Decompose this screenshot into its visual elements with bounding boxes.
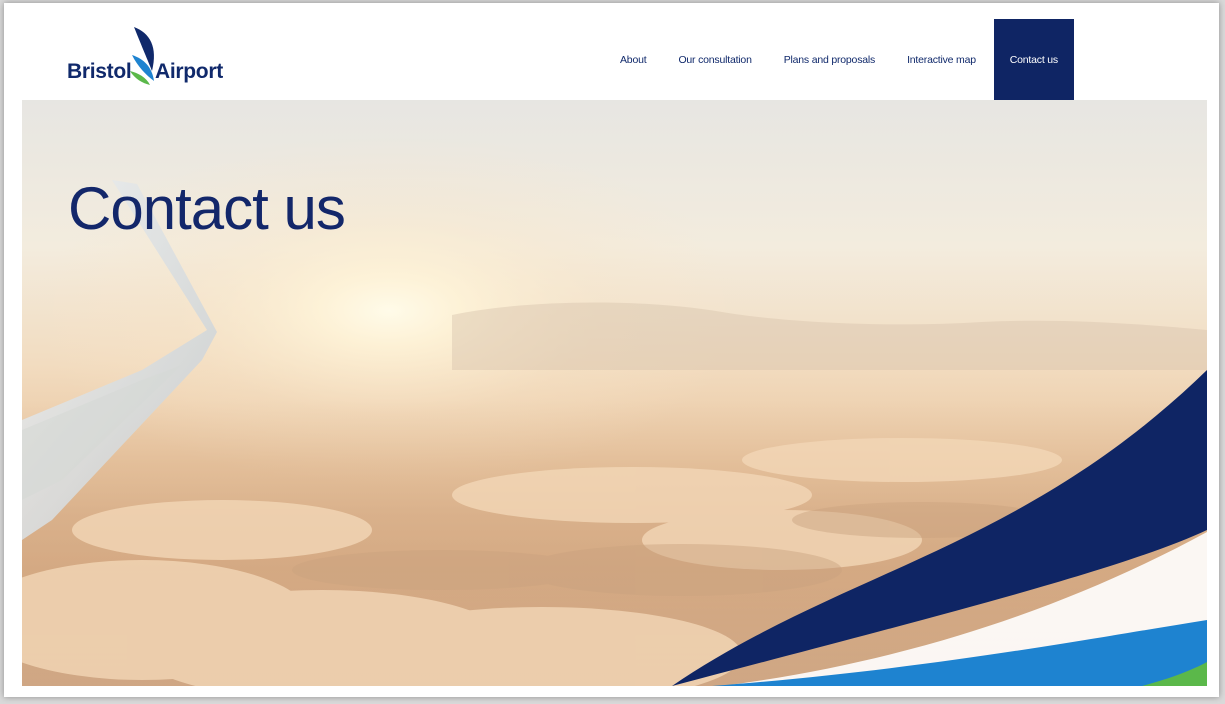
nav-item-our-consultation[interactable]: Our consultation (662, 19, 767, 100)
nav-item-about[interactable]: About (604, 19, 662, 100)
nav-item-contact-us[interactable]: Contact us (993, 19, 1074, 100)
page-frame: Bristol Airport About Our consultation P… (4, 3, 1219, 697)
nav-item-interactive-map[interactable]: Interactive map (891, 19, 992, 100)
logo-text-bristol: Bristol (67, 60, 132, 83)
logo-text-airport: Airport (155, 60, 223, 83)
page-title: Contact us (68, 175, 346, 242)
main-nav: About Our consultation Plans and proposa… (604, 19, 1074, 100)
hero-banner: Contact us (22, 100, 1207, 686)
nav-item-plans-and-proposals[interactable]: Plans and proposals (768, 19, 891, 100)
bristol-airport-logo[interactable]: Bristol Airport (64, 23, 244, 93)
site-header: Bristol Airport About Our consultation P… (4, 3, 1219, 100)
